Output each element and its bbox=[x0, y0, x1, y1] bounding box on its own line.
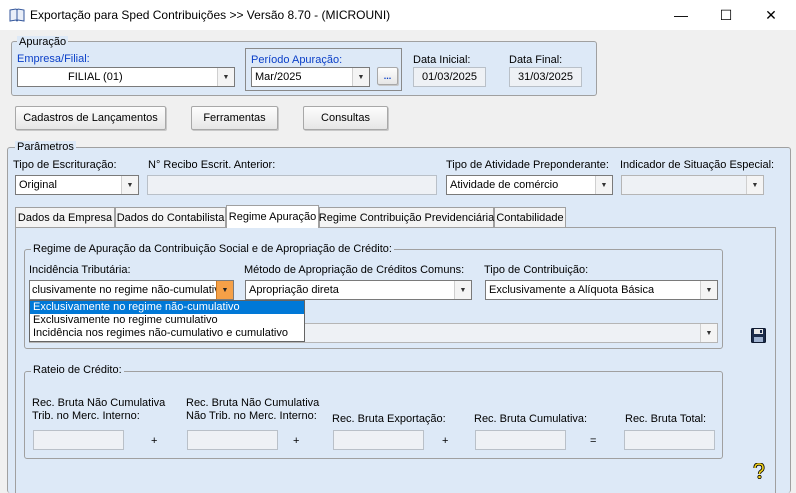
rec-exportacao-field[interactable] bbox=[333, 430, 424, 450]
tab-label: Regime Contribuição Previdenciária bbox=[318, 212, 495, 224]
metodo-label: Método de Apropriação de Créditos Comuns… bbox=[244, 264, 465, 276]
regime-legend: Regime de Apuração da Contribuição Socia… bbox=[31, 243, 394, 255]
plus-sign: + bbox=[151, 435, 158, 447]
chevron-down-icon[interactable]: ▼ bbox=[121, 176, 138, 194]
equals-sign: = bbox=[590, 435, 597, 447]
tab-regime-contribuicao-previdenciaria[interactable]: Regime Contribuição Previdenciária bbox=[319, 207, 494, 228]
incidencia-option[interactable]: Incidência nos regimes não-cumulativo e … bbox=[30, 327, 304, 340]
chevron-down-icon[interactable]: ▼ bbox=[700, 281, 717, 299]
data-final-value: 31/03/2025 bbox=[517, 71, 574, 83]
atividade-label: Tipo de Atividade Preponderante: bbox=[446, 159, 609, 171]
data-inicial-value: 01/03/2025 bbox=[421, 71, 478, 83]
rec-nc-ntrib-label-line1: Rec. Bruta Não Cumulativa bbox=[186, 397, 320, 409]
maximize-button[interactable]: ☐ bbox=[703, 0, 749, 30]
tab-contabilidade[interactable]: Contabilidade bbox=[494, 207, 566, 228]
chevron-down-icon[interactable]: ▼ bbox=[595, 176, 612, 194]
rec-nc-ntrib-label-line2: Não Trib. no Merc. Interno: bbox=[186, 410, 317, 422]
question-mark-icon[interactable] bbox=[752, 463, 766, 479]
incidencia-value: clusivamente no regime não-cumulativo bbox=[32, 284, 217, 296]
rec-nc-ntrib-field[interactable] bbox=[187, 430, 278, 450]
data-final-label: Data Final: bbox=[509, 54, 563, 66]
close-button[interactable]: ✕ bbox=[748, 0, 794, 30]
atividade-value: Atividade de comércio bbox=[450, 179, 559, 191]
minimize-button[interactable]: — bbox=[658, 0, 704, 30]
incidencia-label: Incidência Tributária: bbox=[29, 264, 131, 276]
maximize-icon: ☐ bbox=[719, 6, 733, 23]
empresa-value: FILIAL (01) bbox=[68, 71, 123, 83]
data-final-field: 31/03/2025 bbox=[509, 67, 582, 87]
data-inicial-field: 01/03/2025 bbox=[413, 67, 486, 87]
consultas-label: Consultas bbox=[321, 112, 370, 124]
tipo-escrituracao-value: Original bbox=[19, 179, 57, 191]
rec-nc-trib-label-line1: Rec. Bruta Não Cumulativa bbox=[32, 397, 166, 409]
incidencia-option[interactable]: Exclusivamente no regime cumulativo bbox=[30, 314, 304, 327]
cadastros-label: Cadastros de Lançamentos bbox=[23, 112, 158, 124]
chevron-down-icon[interactable]: ▼ bbox=[454, 281, 471, 299]
plus-sign: + bbox=[442, 435, 449, 447]
ellipsis-icon: ... bbox=[383, 71, 392, 81]
tab-label: Dados da Empresa bbox=[17, 212, 113, 224]
periodo-picker-button[interactable]: ... bbox=[377, 67, 398, 85]
indicador-select[interactable]: ▼ bbox=[621, 175, 764, 195]
chevron-down-icon[interactable]: ▼ bbox=[700, 324, 717, 342]
tab-dados-empresa[interactable]: Dados da Empresa bbox=[15, 207, 115, 228]
periodo-value: Mar/2025 bbox=[255, 71, 302, 83]
window-title: Exportação para Sped Contribuições >> Ve… bbox=[30, 8, 391, 22]
periodo-label: Período Apuração: bbox=[251, 54, 343, 66]
tipo-escrituracao-select[interactable]: Original ▼ bbox=[15, 175, 139, 195]
rec-cumulativa-label: Rec. Bruta Cumulativa: bbox=[474, 413, 588, 425]
tipo-escrituracao-label: Tipo de Escrituração: bbox=[13, 159, 117, 171]
title-bar: Exportação para Sped Contribuições >> Ve… bbox=[0, 0, 796, 30]
tab-dados-contabilista[interactable]: Dados do Contabilista bbox=[115, 207, 226, 228]
floppy-disk-icon[interactable] bbox=[751, 328, 766, 343]
tab-label: Contabilidade bbox=[496, 212, 564, 224]
recibo-label: N° Recibo Escrit. Anterior: bbox=[148, 159, 276, 171]
ferramentas-button[interactable]: Ferramentas bbox=[191, 106, 278, 130]
rec-cumulativa-field[interactable] bbox=[475, 430, 566, 450]
data-inicial-label: Data Inicial: bbox=[413, 54, 471, 66]
incidencia-dropdown-list: Exclusivamente no regime não-cumulativo … bbox=[29, 300, 305, 342]
book-icon bbox=[9, 8, 25, 22]
rec-nc-trib-field[interactable] bbox=[33, 430, 124, 450]
incidencia-option[interactable]: Exclusivamente no regime não-cumulativo bbox=[30, 301, 304, 314]
rec-nc-trib-label-line2: Trib. no Merc. Interno: bbox=[32, 410, 140, 422]
minimize-icon: — bbox=[674, 7, 688, 23]
rec-total-label: Rec. Bruta Total: bbox=[625, 413, 707, 425]
rateio-legend: Rateio de Crédito: bbox=[31, 364, 124, 376]
plus-sign: + bbox=[293, 435, 300, 447]
tab-label: Dados do Contabilista bbox=[116, 212, 225, 224]
empresa-select[interactable]: FILIAL (01) ▼ bbox=[17, 67, 235, 87]
tipo-contribuicao-select[interactable]: Exclusivamente a Alíquota Básica ▼ bbox=[485, 280, 718, 300]
chevron-down-icon[interactable]: ▼ bbox=[352, 68, 369, 86]
tipo-contribuicao-value: Exclusivamente a Alíquota Básica bbox=[489, 284, 655, 296]
ferramentas-label: Ferramentas bbox=[203, 112, 266, 124]
tab-regime-apuracao[interactable]: Regime Apuração bbox=[226, 205, 319, 228]
rec-total-field bbox=[624, 430, 715, 450]
chevron-down-icon[interactable]: ▼ bbox=[746, 176, 763, 194]
apuracao-legend: Apuração bbox=[17, 36, 69, 48]
atividade-select[interactable]: Atividade de comércio ▼ bbox=[446, 175, 613, 195]
consultas-button[interactable]: Consultas bbox=[303, 106, 388, 130]
periodo-select[interactable]: Mar/2025 ▼ bbox=[251, 67, 370, 87]
chevron-down-icon[interactable]: ▼ bbox=[216, 281, 233, 299]
tab-label: Regime Apuração bbox=[228, 211, 317, 223]
incidencia-select[interactable]: clusivamente no regime não-cumulativo ▼ bbox=[29, 280, 234, 300]
close-icon: ✕ bbox=[765, 6, 777, 23]
recibo-field[interactable] bbox=[147, 175, 437, 195]
metodo-value: Apropriação direta bbox=[249, 284, 339, 296]
indicador-label: Indicador de Situação Especial: bbox=[620, 159, 775, 171]
cadastros-lancamentos-button[interactable]: Cadastros de Lançamentos bbox=[15, 106, 166, 130]
tipo-contribuicao-label: Tipo de Contribuição: bbox=[484, 264, 589, 276]
rec-exportacao-label: Rec. Bruta Exportação: bbox=[332, 413, 446, 425]
chevron-down-icon[interactable]: ▼ bbox=[217, 68, 234, 86]
parametros-legend: Parâmetros bbox=[15, 141, 76, 153]
metodo-select[interactable]: Apropriação direta ▼ bbox=[245, 280, 472, 300]
empresa-label: Empresa/Filial: bbox=[17, 53, 90, 65]
